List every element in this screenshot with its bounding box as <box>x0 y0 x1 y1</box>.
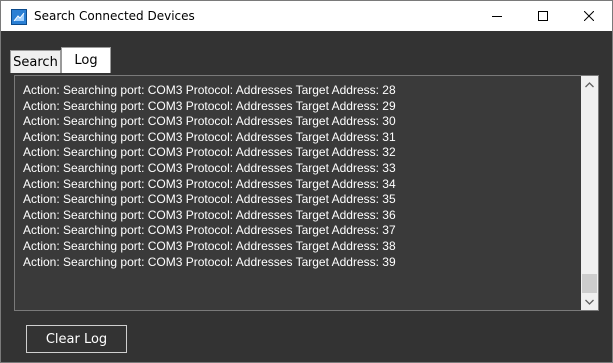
maximize-button[interactable] <box>520 1 566 31</box>
log-line[interactable]: Action: Searching port: COM3 Protocol: A… <box>23 223 578 239</box>
window-body: Search Log Action: Searching port: COM3 … <box>1 31 612 362</box>
title-bar[interactable]: Search Connected Devices <box>1 1 612 31</box>
window-title: Search Connected Devices <box>34 9 195 23</box>
log-line[interactable]: Action: Searching port: COM3 Protocol: A… <box>23 192 578 208</box>
log-line[interactable]: Action: Searching port: COM3 Protocol: A… <box>23 208 578 224</box>
minimize-icon <box>492 16 502 17</box>
chevron-down-icon <box>585 299 594 305</box>
log-line[interactable]: Action: Searching port: COM3 Protocol: A… <box>23 130 578 146</box>
log-line[interactable]: Action: Searching port: COM3 Protocol: A… <box>23 114 578 130</box>
scroll-up-button[interactable] <box>581 76 598 93</box>
log-line[interactable]: Action: Searching port: COM3 Protocol: A… <box>23 161 578 177</box>
close-button[interactable] <box>566 1 612 31</box>
minimize-button[interactable] <box>474 1 520 31</box>
tab-log[interactable]: Log <box>61 47 111 73</box>
maximize-icon <box>538 11 548 21</box>
log-line[interactable]: Action: Searching port: COM3 Protocol: A… <box>23 255 578 271</box>
close-icon <box>584 11 594 21</box>
log-line[interactable]: Action: Searching port: COM3 Protocol: A… <box>23 177 578 193</box>
log-line[interactable]: Action: Searching port: COM3 Protocol: A… <box>23 83 578 99</box>
chevron-up-icon <box>585 81 594 87</box>
log-line[interactable]: Action: Searching port: COM3 Protocol: A… <box>23 99 578 115</box>
tab-search[interactable]: Search <box>10 50 61 73</box>
app-icon <box>11 9 27 25</box>
log-listbox[interactable]: Action: Searching port: COM3 Protocol: A… <box>14 75 599 311</box>
scroll-down-button[interactable] <box>581 293 598 310</box>
log-line[interactable]: Action: Searching port: COM3 Protocol: A… <box>23 145 578 161</box>
log-line[interactable]: Action: Searching port: COM3 Protocol: A… <box>23 239 578 255</box>
clear-log-button[interactable]: Clear Log <box>26 325 127 353</box>
scrollbar-thumb[interactable] <box>582 274 597 293</box>
log-lines: Action: Searching port: COM3 Protocol: A… <box>23 83 578 270</box>
app-window: Search Connected Devices Search Log Acti… <box>0 0 613 363</box>
log-scrollbar[interactable] <box>581 76 598 310</box>
